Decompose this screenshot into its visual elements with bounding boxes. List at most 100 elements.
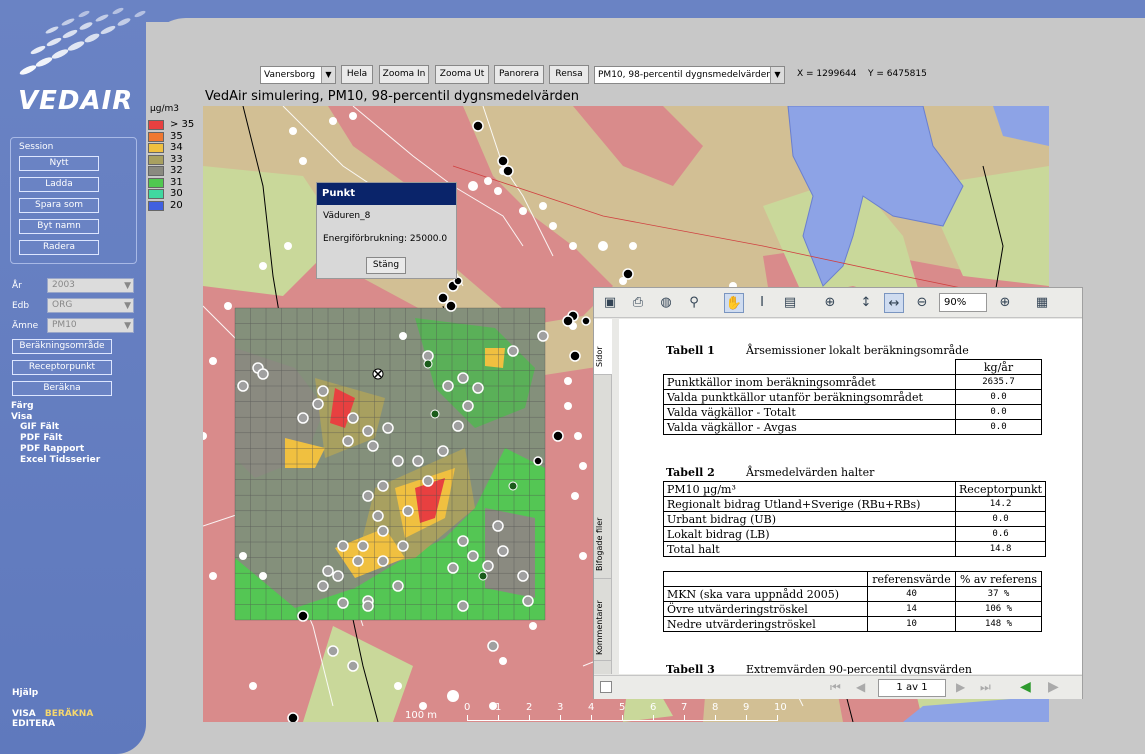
scale-tick-label: 2 [526,702,533,713]
subject-label: Ämne [12,321,39,331]
legend-swatch [148,166,164,176]
table-row: kg/år [663,359,1042,375]
tab-pages[interactable]: Sidor [594,319,612,375]
zoom-in-button[interactable]: Zooma In [379,65,429,84]
popup-close-button[interactable]: Stäng [366,257,406,274]
layer-select[interactable]: PM10, 98-percentil dygnsmedelvärden ▼ [594,66,785,84]
page-thumbnail-icon[interactable] [600,681,612,693]
menu-color[interactable]: Färg [11,401,34,411]
calc-area-button[interactable]: Beräkningsområde [12,339,112,354]
next-page-icon[interactable]: ▶ [956,680,965,694]
legend-label: 35 [170,130,183,142]
table-cell: 148 % [955,616,1042,632]
table-row: Nedre utvärderingströskel 10 148 % [663,616,1042,632]
scale-tick-label: 0 [464,702,471,713]
x-coordinate: X = 1299644 [797,69,857,79]
popup-energy: Energiförbrukning: 25000.0 [323,234,448,244]
scale-unit: 100 m [405,710,438,721]
find-icon[interactable]: ⚲ [684,293,704,313]
zoom-tool-icon[interactable]: ⊕ [820,293,840,313]
save-as-button[interactable]: Spara som [19,198,99,213]
app-logo: VEDAIR [18,86,134,116]
table-cell: 40 [867,586,956,602]
clear-button[interactable]: Rensa [549,65,589,84]
zoom-in-icon[interactable]: ⊕ [995,293,1015,313]
table3-subtitle: Extremvärden 90-percentil dygnsvärden [746,663,972,674]
page-number-input[interactable]: 1 av 1 [878,679,946,697]
forward-icon[interactable]: ▶ [1048,679,1059,695]
help-link[interactable]: Hjälp [12,688,38,698]
whole-button[interactable]: Hela [341,65,373,84]
popup-title: Punkt [317,183,456,205]
table2-subtitle: Årsmedelvärden halter [746,466,875,479]
table-row: Total halt 14.8 [663,541,1047,557]
legend-label: 31 [170,176,183,188]
legend-swatch [148,120,164,130]
table1: kg/år Punktkällor inom beräkningsområdet… [663,359,1042,435]
table-cell: referensvärde [867,571,956,587]
table-cell: 2635.7 [955,374,1042,390]
table-row: PM10 µg/m³ Receptorpunkt [663,481,1047,497]
logo-swoosh-icon [19,7,146,75]
table-cell: Urbant bidrag (UB) [663,511,956,527]
rename-button[interactable]: Byt namn [19,219,99,234]
year-select[interactable]: 2003 ▼ [47,278,134,293]
legend-label: 20 [170,199,183,211]
point-popup: Punkt Väduren_8 Energiförbrukning: 25000… [316,182,457,279]
previous-page-icon[interactable]: ◀ [856,680,865,694]
menu-gif-field[interactable]: GIF Fält [20,422,59,432]
table-row: Övre utvärderingströskel 14 106 % [663,601,1042,617]
tab-comments[interactable]: Kommentarer [594,581,612,661]
sidebar: VEDAIR Session Nytt Ladda Spara som Byt … [0,0,146,754]
scale-tick-label: 1 [495,702,502,713]
menu-pdf-report[interactable]: PDF Rapport [20,444,84,454]
legend-unit: µg/m3 [150,104,179,114]
table-row: referensvärde% av referens [663,571,1042,587]
nav-visa[interactable]: VISA [12,709,36,719]
menu-excel-timeseries[interactable]: Excel Tidsserier [20,455,100,465]
table-cell: Total halt [663,541,956,557]
first-page-icon[interactable]: ⏮ [830,680,841,695]
table1-title: Tabell 1 [666,344,715,357]
edb-select[interactable]: ORG ▼ [47,298,134,313]
pan-button[interactable]: Panorera [494,65,544,84]
email-icon[interactable]: ◍ [656,293,676,313]
subject-select[interactable]: PM10 ▼ [47,318,134,333]
table2: PM10 µg/m³ Receptorpunkt Regionalt bidrag… [663,481,1047,557]
legend-swatch [148,177,164,188]
table-row: Valda vägkällor - Avgas 0.0 [663,419,1042,435]
table-cell: Regionalt bidrag Utland+Sverige (RBu+RBs… [663,496,956,512]
fit-height-icon[interactable]: ↕ [856,293,876,313]
table-cell: Valda punktkällor utanför beräkningsområ… [663,389,956,405]
table-row: Punktkällor inom beräkningsområdet 2635.7 [663,374,1042,390]
fit-width-icon[interactable]: ↔ [884,293,904,313]
nav-editera[interactable]: EDITERA [12,719,55,729]
zoom-input[interactable]: 90% [939,293,987,312]
session-panel: Session Nytt Ladda Spara som Byt namn Ra… [10,137,137,264]
page-options-icon[interactable]: ▦ [1032,293,1052,313]
save-icon[interactable]: ▣ [600,293,620,313]
nav-berakna[interactable]: BERÄKNA [45,709,93,719]
snapshot-icon[interactable]: ▤ [780,293,800,313]
zoom-out-icon[interactable]: ⊖ [912,293,932,313]
calculate-button[interactable]: Beräkna [12,381,112,396]
delete-button[interactable]: Radera [19,240,99,255]
map-title: VedAir simulering, PM10, 98-percentil dy… [205,89,579,104]
load-session-button[interactable]: Ladda [19,177,99,192]
zoom-out-button[interactable]: Zooma Ut [435,65,489,84]
legend-swatch [148,131,164,142]
tab-attachments[interactable]: Bifogade filer [594,489,612,579]
y-coordinate: Y = 6475815 [868,69,927,79]
table-cell: Valda vägkällor - Totalt [663,404,956,420]
print-icon[interactable]: ⎙ [628,293,648,313]
select-text-icon[interactable]: I [752,293,772,313]
last-page-icon[interactable]: ⏭ [980,680,991,695]
region-select[interactable]: Vanersborg ▼ [260,66,336,84]
hand-tool-icon[interactable]: ✋ [724,293,744,313]
new-session-button[interactable]: Nytt [19,156,99,171]
table2-title: Tabell 2 [666,466,715,479]
menu-pdf-field[interactable]: PDF Fält [20,433,62,443]
menu-show[interactable]: Visa [11,412,32,422]
receptor-point-button[interactable]: Receptorpunkt [12,360,112,375]
back-icon[interactable]: ◀ [1020,679,1031,695]
